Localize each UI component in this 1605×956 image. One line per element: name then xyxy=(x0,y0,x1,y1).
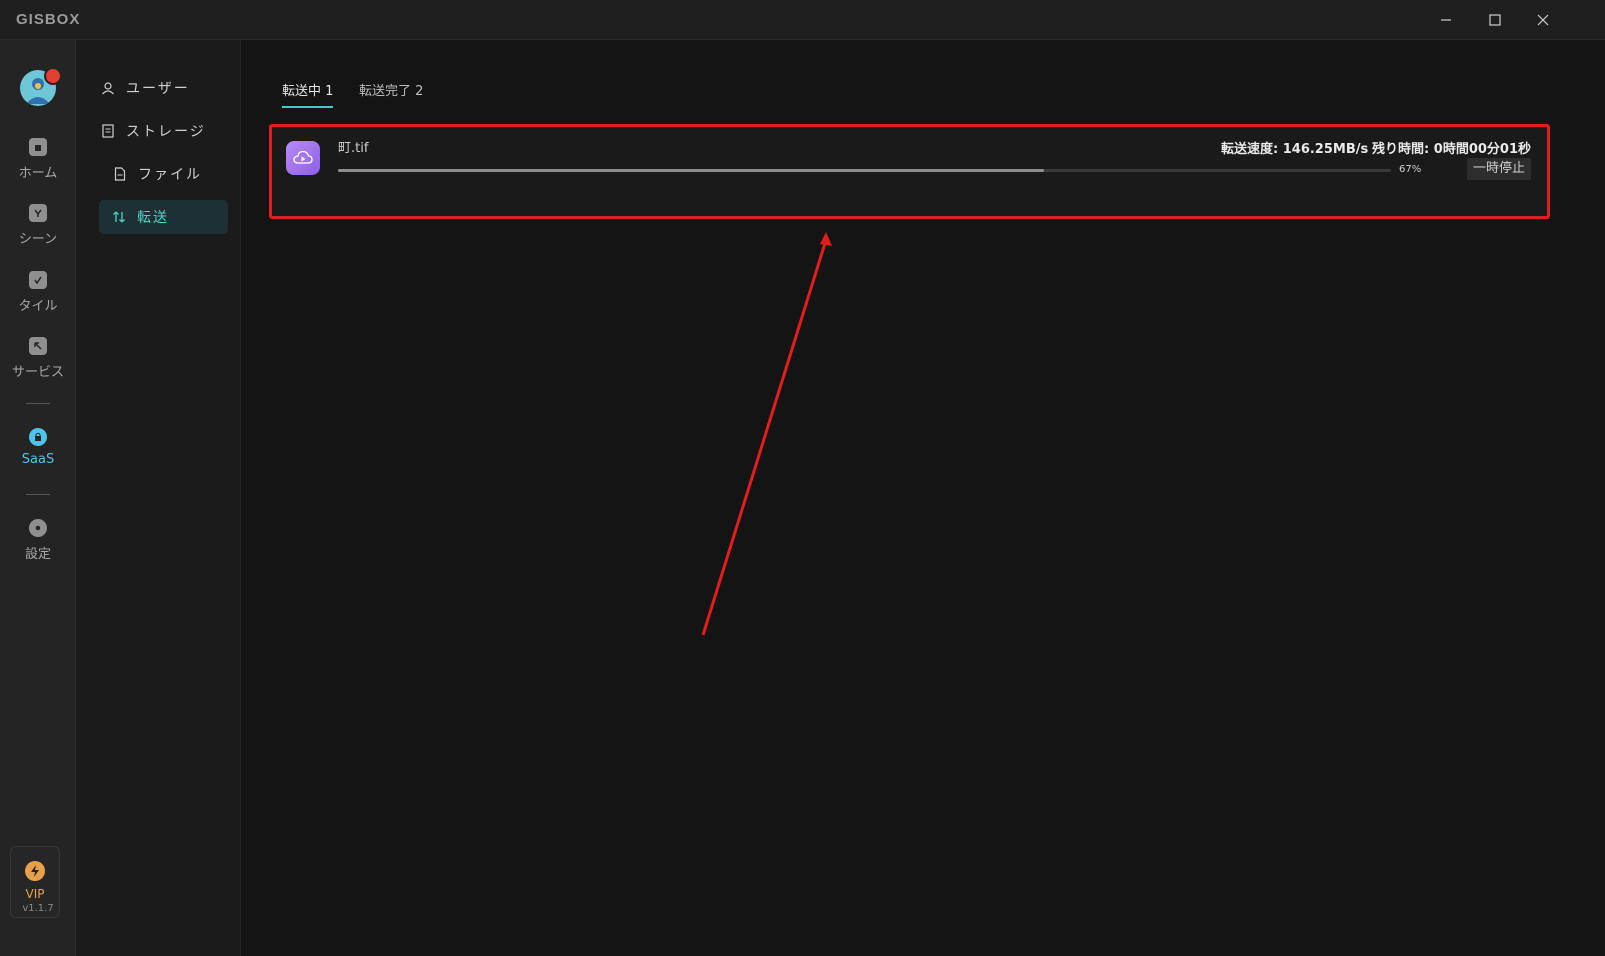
avatar-button[interactable] xyxy=(20,67,62,108)
maximize-icon xyxy=(1489,14,1501,26)
close-button[interactable] xyxy=(1519,0,1567,40)
progress-percent: 67% xyxy=(1399,164,1422,175)
storage-icon xyxy=(100,123,116,139)
icon-rail: ホーム シーン タイル サービス SaaS 設定 VIP v1.1.7 xyxy=(0,40,76,956)
lightning-icon xyxy=(25,861,45,881)
rail-item-tile[interactable]: タイル xyxy=(0,271,76,314)
tab-transferring[interactable]: 転送中 1 xyxy=(282,80,334,108)
title-bar: GISBOX xyxy=(0,0,1605,40)
subnav-item-storage[interactable]: ストレージ xyxy=(100,114,228,148)
subnav-item-transfer[interactable]: 転送 xyxy=(99,200,228,234)
service-icon xyxy=(29,337,47,355)
transfer-icon xyxy=(111,209,127,225)
saas-icon xyxy=(29,428,47,446)
rail-item-scene[interactable]: シーン xyxy=(0,204,76,247)
close-icon xyxy=(1537,14,1549,26)
rail-item-label: SaaS xyxy=(21,452,55,467)
cloud-upload-icon xyxy=(286,141,320,175)
pause-button[interactable]: 一時停止 xyxy=(1466,158,1531,180)
progress-bar xyxy=(338,169,1391,172)
home-icon xyxy=(29,138,47,156)
vip-label: VIP xyxy=(25,887,45,901)
main-content: 転送中 1 転送完了 2 町.tif 転送速度: 146.25MB/s 残り時間… xyxy=(241,40,1605,956)
rail-item-service[interactable]: サービス xyxy=(0,337,76,380)
rail-item-home[interactable]: ホーム xyxy=(0,138,76,181)
rail-item-saas[interactable]: SaaS xyxy=(0,428,76,467)
subnav-item-label: ストレージ xyxy=(126,124,206,140)
remaining-time: 残り時間: 0時間00分01秒 xyxy=(1372,142,1531,157)
rail-item-label: シーン xyxy=(18,232,58,247)
scene-icon xyxy=(29,204,47,222)
subnav-item-label: ファイル xyxy=(138,167,202,183)
tab-completed[interactable]: 転送完了 2 xyxy=(359,80,423,106)
progress-fill xyxy=(338,169,1044,172)
user-icon xyxy=(100,80,116,96)
rail-item-label: サービス xyxy=(11,365,64,380)
subnav-item-label: ユーザー xyxy=(126,81,190,97)
settings-icon xyxy=(29,519,47,537)
file-icon xyxy=(112,166,128,182)
subnav-item-label: 転送 xyxy=(137,210,169,226)
rail-item-settings[interactable]: 設定 xyxy=(0,519,76,562)
transfer-speed: 転送速度: 146.25MB/s xyxy=(1221,142,1369,157)
rail-item-label: ホーム xyxy=(18,166,58,181)
tile-icon xyxy=(29,271,47,289)
subnav-item-user[interactable]: ユーザー xyxy=(100,71,228,105)
sub-navigation: ユーザー ストレージ ファイル 転送 xyxy=(76,40,241,956)
app-logo: GISBOX xyxy=(16,11,81,28)
notification-badge xyxy=(44,67,62,85)
maximize-button[interactable] xyxy=(1471,0,1519,40)
rail-divider xyxy=(26,403,50,404)
minimize-button[interactable] xyxy=(1422,0,1470,40)
rail-item-label: 設定 xyxy=(24,547,51,562)
transfer-item: 町.tif 転送速度: 146.25MB/s 残り時間: 0時間00分01秒 6… xyxy=(269,124,1550,219)
minimize-icon xyxy=(1441,19,1451,21)
subnav-item-file[interactable]: ファイル xyxy=(112,157,240,191)
rail-divider xyxy=(26,494,50,495)
file-name: 町.tif xyxy=(338,141,369,156)
version-label: v1.1.7 xyxy=(22,903,54,914)
rail-item-label: タイル xyxy=(18,299,58,314)
